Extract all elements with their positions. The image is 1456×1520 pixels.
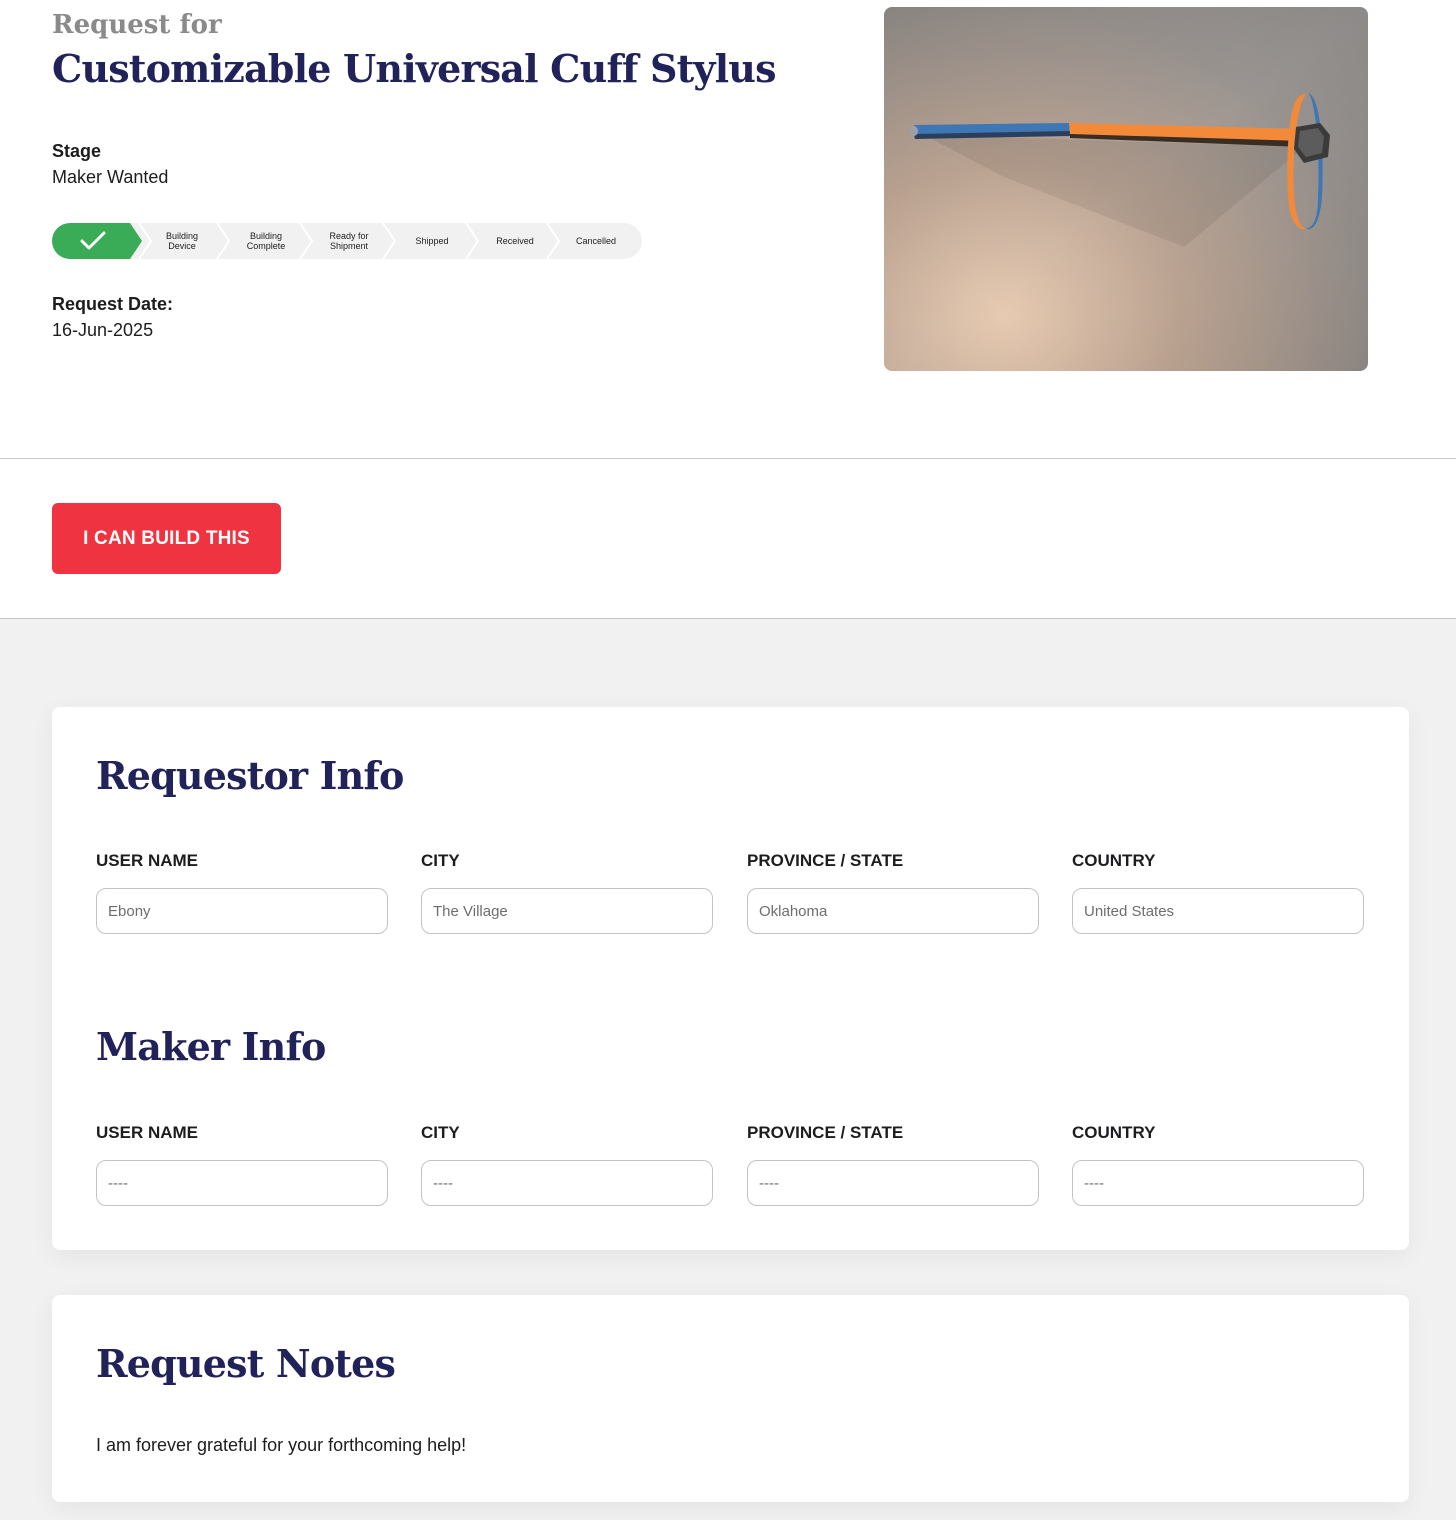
requestor-country-label: COUNTRY (1072, 851, 1156, 870)
maker-state-field[interactable] (747, 1160, 1039, 1206)
stage-label: Stage (52, 141, 102, 161)
requestor-country-field[interactable] (1072, 888, 1364, 934)
maker-country-field[interactable] (1072, 1160, 1364, 1206)
action-bar: I CAN BUILD THIS (0, 459, 1456, 619)
progress-step: Shipped (415, 236, 449, 246)
requestor-username-label: USER NAME (96, 851, 199, 870)
maker-info-title: Maker Info (96, 1024, 326, 1069)
requestor-city-label: CITY (421, 851, 460, 870)
request-notes-text: I am forever grateful for your forthcomi… (96, 1435, 467, 1455)
details-area: Requestor Info USER NAME CITY PROVINCE /… (0, 619, 1456, 1520)
maker-city-label: CITY (421, 1123, 460, 1142)
maker-country-label: COUNTRY (1072, 1123, 1156, 1142)
progress-step: Received (496, 236, 534, 246)
device-photo (884, 7, 1368, 371)
requestor-state-label: PROVINCE / STATE (747, 851, 904, 870)
info-card: Requestor Info USER NAME CITY PROVINCE /… (52, 707, 1409, 1250)
maker-city-field[interactable] (421, 1160, 713, 1206)
i-can-build-this-button[interactable]: I CAN BUILD THIS (52, 503, 281, 574)
maker-state-label: PROVINCE / STATE (747, 1123, 904, 1142)
page-title: Customizable Universal Cuff Stylus (52, 46, 777, 91)
requestor-info-title: Requestor Info (96, 753, 404, 798)
stylus-image (884, 7, 1368, 371)
requestor-state-field[interactable] (747, 888, 1039, 934)
progress-step: Building Device (165, 231, 199, 251)
maker-username-label: USER NAME (96, 1123, 199, 1142)
requestor-city-field[interactable] (421, 888, 713, 934)
check-icon (80, 231, 106, 250)
request-prefix: Request for (52, 10, 222, 40)
request-date-label: Request Date: (52, 294, 174, 314)
request-notes-title: Request Notes (96, 1341, 396, 1386)
requestor-username-field[interactable] (96, 888, 388, 934)
request-header: Request for Customizable Universal Cuff … (0, 0, 1456, 459)
stage-progress-bar: Building Device Building Complete Ready … (52, 223, 642, 259)
progress-step: Building Complete (246, 231, 286, 251)
maker-username-field[interactable] (96, 1160, 388, 1206)
request-notes-card: Request Notes I am forever grateful for … (52, 1295, 1409, 1502)
progress-step: Ready for Shipment (329, 231, 369, 251)
progress-step-completed (52, 223, 142, 259)
stage-value: Maker Wanted (52, 167, 169, 187)
request-date-value: 16-Jun-2025 (52, 320, 154, 340)
progress-step: Cancelled (575, 236, 617, 246)
